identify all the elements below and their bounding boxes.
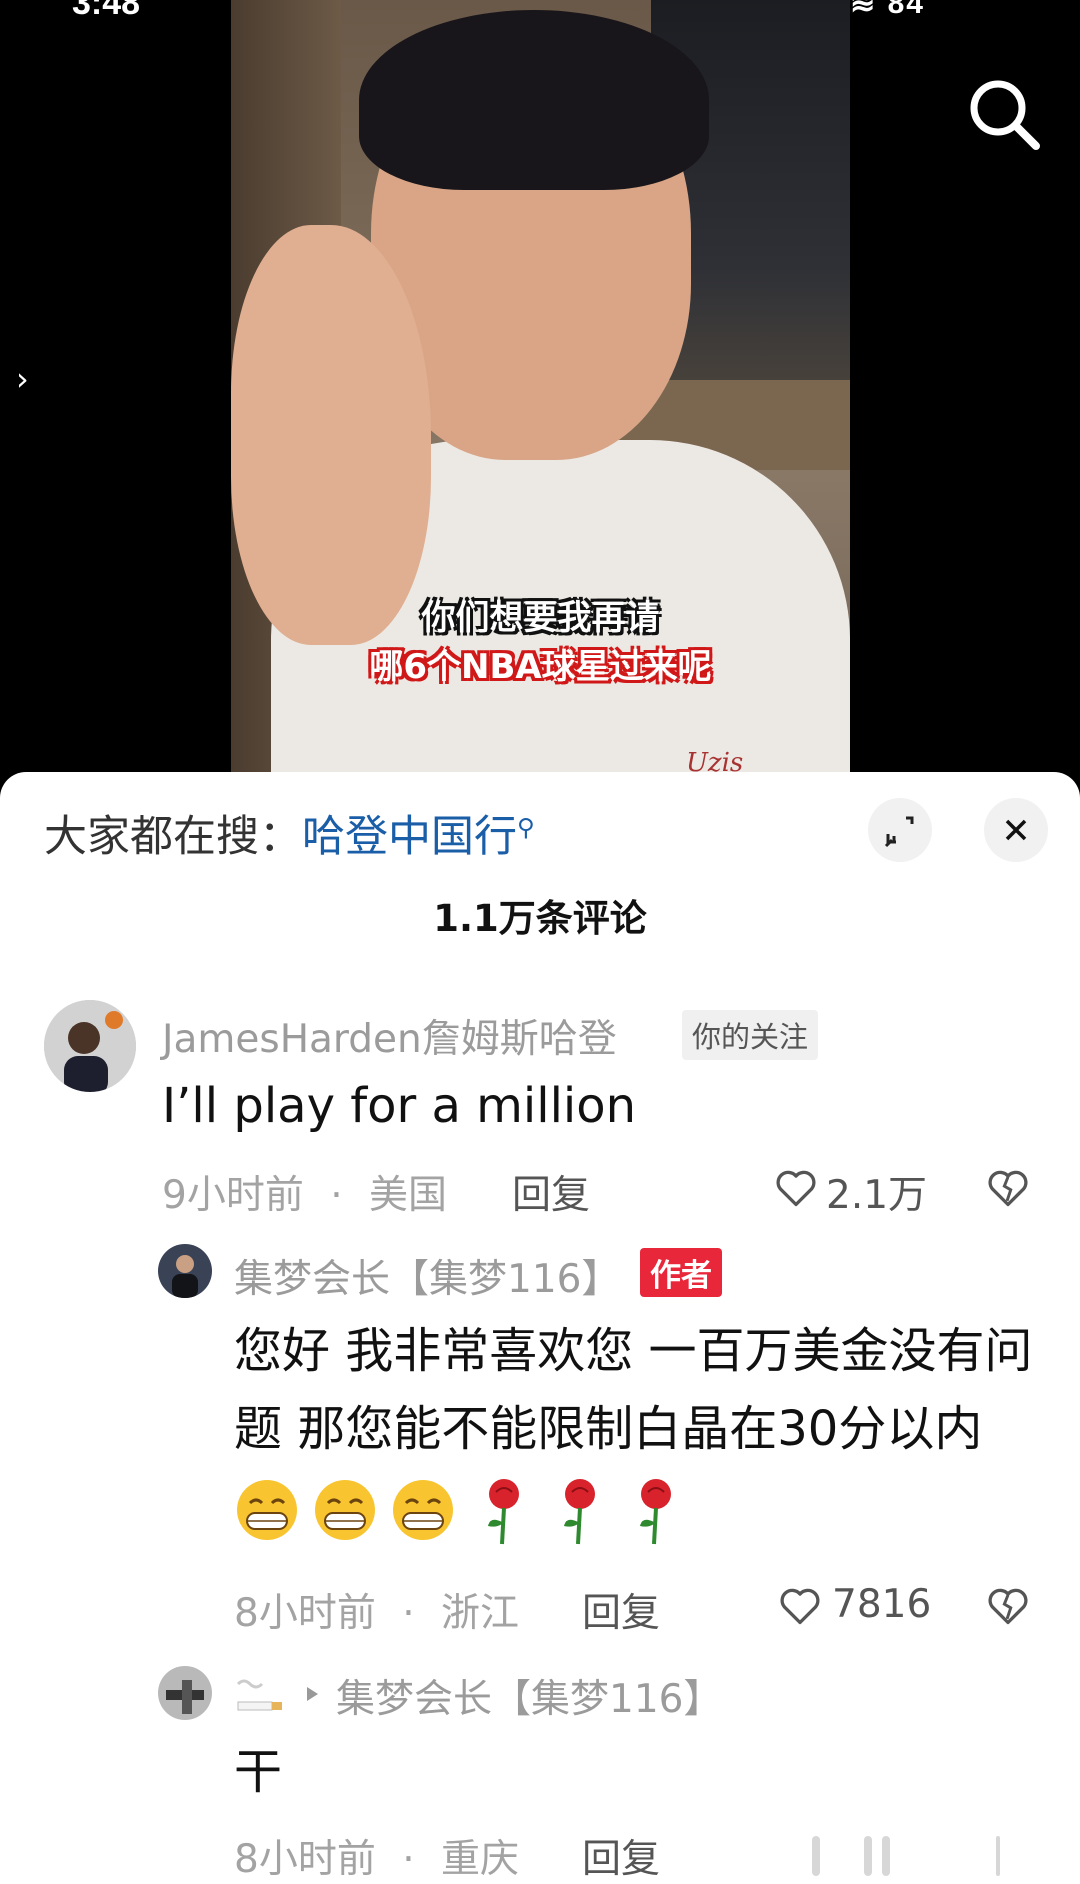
avatar[interactable] (158, 1244, 212, 1298)
close-button[interactable] (984, 798, 1048, 862)
comment-count: 1.1万条评论 (433, 897, 647, 940)
meta-separator: · (402, 1591, 415, 1636)
comment-username[interactable]: JamesHarden詹姆斯哈登 (162, 1008, 617, 1064)
like-count: 7816 (832, 1582, 932, 1627)
like-count: 2.1万 (826, 1173, 928, 1218)
avatar-image (158, 1666, 212, 1720)
author-badge: 作者 (640, 1248, 722, 1297)
comment-sheet: 大家都在搜：哈登中国行⚲ 1.1万条评论 JamesHarden詹姆斯哈登 你的… (0, 772, 1080, 1884)
comment-text: 干 (234, 1744, 283, 1800)
broken-heart-icon[interactable] (986, 1584, 1030, 1628)
comment-meta: 9小时前 · 美国 (162, 1164, 447, 1220)
comment-time: 9小时前 (162, 1173, 304, 1218)
rose-emoji (564, 1479, 595, 1545)
expand-button[interactable] (868, 798, 932, 862)
comment-username[interactable]: 集梦会长【集梦116】 (234, 1248, 620, 1304)
heart-icon[interactable] (778, 1584, 822, 1628)
video-frame: Uzis 你们想要我再请 哪6个NBA球星过来呢 (231, 0, 850, 790)
comment-location: 重庆 (441, 1837, 520, 1882)
rose-emoji (640, 1479, 671, 1545)
caption-line-2: 哪6个NBA球星过来呢 (369, 647, 712, 687)
avatar-image (44, 1000, 136, 1092)
reply-to-username[interactable]: 集梦会长【集梦116】 (336, 1668, 722, 1724)
comment-location: 美国 (369, 1173, 448, 1218)
comment-time: 8小时前 (234, 1591, 376, 1636)
nav-bar-hint (812, 1836, 1000, 1876)
follow-badge: 你的关注 (682, 1010, 819, 1060)
trending-keyword[interactable]: 哈登中国行 (302, 812, 517, 862)
video-caption: 你们想要我再请 哪6个NBA球星过来呢 (231, 590, 850, 688)
comment-text: I’ll play for a million (162, 1078, 637, 1134)
heart-icon[interactable] (774, 1166, 818, 1210)
comment-meta: 8小时前 · 重庆 (234, 1828, 519, 1884)
person-hand (231, 225, 431, 645)
comment-time: 8小时前 (234, 1837, 376, 1882)
comment-text: 您好 我非常喜欢您 一百万美金没有问题 那您能不能限制白晶在30分以内 (234, 1312, 1034, 1546)
caption-line-1: 你们想要我再请 (421, 598, 660, 638)
comment-location: 浙江 (441, 1591, 520, 1636)
search-mini-icon: ⚲ (517, 813, 535, 842)
broken-heart-icon[interactable] (986, 1166, 1030, 1210)
reply-button[interactable]: 回复 (512, 1164, 590, 1220)
chevron-right-icon[interactable]: › (16, 360, 29, 398)
close-icon (1005, 819, 1027, 841)
person-hair (359, 10, 709, 190)
reply-button[interactable]: 回复 (582, 1828, 660, 1884)
trending-prefix: 大家都在搜： (44, 812, 302, 862)
meta-separator: · (330, 1173, 343, 1218)
comment-meta: 8小时前 · 浙江 (234, 1582, 519, 1638)
status-time: 3:48 (72, 0, 141, 22)
play-triangle-icon (307, 1687, 318, 1701)
expand-icon (884, 816, 914, 848)
meta-separator: · (402, 1837, 415, 1882)
reply-button[interactable]: 回复 (582, 1582, 660, 1638)
cigarette-icon (236, 1679, 282, 1711)
comment-text-content: 您好 我非常喜欢您 一百万美金没有问题 那您能不能限制白晶在30分以内 (234, 1323, 1033, 1457)
grin-emoji (237, 1480, 297, 1540)
avatar[interactable] (158, 1666, 212, 1720)
avatar[interactable] (44, 1000, 136, 1092)
trending-search[interactable]: 大家都在搜：哈登中国行⚲ (44, 802, 535, 864)
grin-emoji (315, 1480, 375, 1540)
search-icon[interactable] (964, 74, 1044, 154)
rose-emoji (488, 1479, 519, 1545)
video-player[interactable]: 3:48 ✱ ıll ıll ≋ 84 Uzis 你们想要我再请 哪6个NBA球… (0, 0, 1080, 790)
grin-emoji (393, 1480, 453, 1540)
avatar-image (158, 1244, 212, 1298)
